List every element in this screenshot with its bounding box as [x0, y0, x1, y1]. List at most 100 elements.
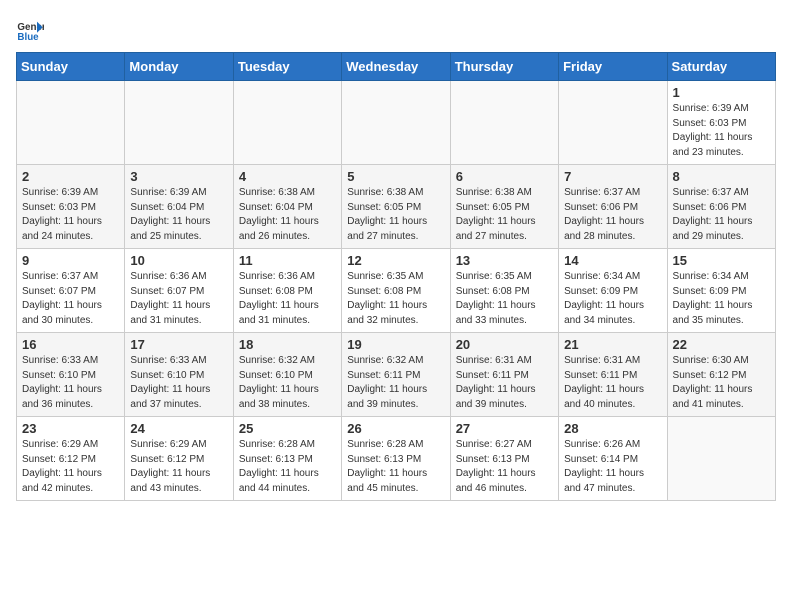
day-number: 19 — [347, 337, 444, 352]
day-info: Sunrise: 6:36 AM Sunset: 6:08 PM Dayligh… — [239, 270, 336, 328]
day-number: 8 — [673, 169, 770, 184]
day-number: 27 — [456, 421, 553, 436]
day-info: Sunrise: 6:29 AM Sunset: 6:12 PM Dayligh… — [130, 438, 227, 496]
day-number: 17 — [130, 337, 227, 352]
day-number: 11 — [239, 253, 336, 268]
calendar-day-1: 1 Sunrise: 6:39 AM Sunset: 6:03 PM Daylig… — [667, 81, 775, 165]
calendar-table: SundayMondayTuesdayWednesdayThursdayFrid… — [16, 52, 776, 501]
weekday-header-saturday: Saturday — [667, 53, 775, 81]
calendar-week-row: 9 Sunrise: 6:37 AM Sunset: 6:07 PM Daylig… — [17, 249, 776, 333]
calendar-day-3: 3 Sunrise: 6:39 AM Sunset: 6:04 PM Daylig… — [125, 165, 233, 249]
day-number: 22 — [673, 337, 770, 352]
day-number: 6 — [456, 169, 553, 184]
day-number: 13 — [456, 253, 553, 268]
day-number: 2 — [22, 169, 119, 184]
calendar-day-28: 28 Sunrise: 6:26 AM Sunset: 6:14 PM Dayli… — [559, 417, 667, 501]
day-info: Sunrise: 6:38 AM Sunset: 6:04 PM Dayligh… — [239, 186, 336, 244]
day-info: Sunrise: 6:39 AM Sunset: 6:03 PM Dayligh… — [22, 186, 119, 244]
weekday-header-sunday: Sunday — [17, 53, 125, 81]
calendar-day-26: 26 Sunrise: 6:28 AM Sunset: 6:13 PM Dayli… — [342, 417, 450, 501]
empty-day — [17, 81, 125, 165]
day-info: Sunrise: 6:28 AM Sunset: 6:13 PM Dayligh… — [239, 438, 336, 496]
day-info: Sunrise: 6:34 AM Sunset: 6:09 PM Dayligh… — [564, 270, 661, 328]
day-number: 7 — [564, 169, 661, 184]
calendar-day-11: 11 Sunrise: 6:36 AM Sunset: 6:08 PM Dayli… — [233, 249, 341, 333]
empty-day — [450, 81, 558, 165]
calendar-week-row: 16 Sunrise: 6:33 AM Sunset: 6:10 PM Dayli… — [17, 333, 776, 417]
day-number: 3 — [130, 169, 227, 184]
calendar-day-24: 24 Sunrise: 6:29 AM Sunset: 6:12 PM Dayli… — [125, 417, 233, 501]
empty-day — [342, 81, 450, 165]
calendar-day-5: 5 Sunrise: 6:38 AM Sunset: 6:05 PM Daylig… — [342, 165, 450, 249]
empty-day — [125, 81, 233, 165]
calendar-week-row: 2 Sunrise: 6:39 AM Sunset: 6:03 PM Daylig… — [17, 165, 776, 249]
day-info: Sunrise: 6:26 AM Sunset: 6:14 PM Dayligh… — [564, 438, 661, 496]
logo: General Blue — [16, 16, 44, 44]
weekday-header-thursday: Thursday — [450, 53, 558, 81]
weekday-header-monday: Monday — [125, 53, 233, 81]
day-info: Sunrise: 6:32 AM Sunset: 6:11 PM Dayligh… — [347, 354, 444, 412]
calendar-day-2: 2 Sunrise: 6:39 AM Sunset: 6:03 PM Daylig… — [17, 165, 125, 249]
day-info: Sunrise: 6:33 AM Sunset: 6:10 PM Dayligh… — [22, 354, 119, 412]
calendar-day-12: 12 Sunrise: 6:35 AM Sunset: 6:08 PM Dayli… — [342, 249, 450, 333]
logo-icon: General Blue — [16, 16, 44, 44]
calendar-day-15: 15 Sunrise: 6:34 AM Sunset: 6:09 PM Dayli… — [667, 249, 775, 333]
day-number: 26 — [347, 421, 444, 436]
day-number: 4 — [239, 169, 336, 184]
calendar-day-13: 13Sunrise: 6:35 AM Sunset: 6:08 PM Dayli… — [450, 249, 558, 333]
day-number: 24 — [130, 421, 227, 436]
calendar-week-row: 23 Sunrise: 6:29 AM Sunset: 6:12 PM Dayli… — [17, 417, 776, 501]
weekday-header-row: SundayMondayTuesdayWednesdayThursdayFrid… — [17, 53, 776, 81]
day-number: 1 — [673, 85, 770, 100]
svg-text:Blue: Blue — [17, 32, 39, 43]
day-info: Sunrise: 6:38 AM Sunset: 6:05 PM Dayligh… — [347, 186, 444, 244]
day-info: Sunrise: 6:31 AM Sunset: 6:11 PM Dayligh… — [564, 354, 661, 412]
day-info: Sunrise: 6:29 AM Sunset: 6:12 PM Dayligh… — [22, 438, 119, 496]
day-info: Sunrise: 6:39 AM Sunset: 6:03 PM Dayligh… — [673, 102, 770, 160]
day-number: 20 — [456, 337, 553, 352]
calendar-day-17: 17 Sunrise: 6:33 AM Sunset: 6:10 PM Dayli… — [125, 333, 233, 417]
calendar-day-23: 23 Sunrise: 6:29 AM Sunset: 6:12 PM Dayli… — [17, 417, 125, 501]
calendar-day-4: 4 Sunrise: 6:38 AM Sunset: 6:04 PM Daylig… — [233, 165, 341, 249]
calendar-day-8: 8 Sunrise: 6:37 AM Sunset: 6:06 PM Daylig… — [667, 165, 775, 249]
calendar-day-22: 22 Sunrise: 6:30 AM Sunset: 6:12 PM Dayli… — [667, 333, 775, 417]
day-info: Sunrise: 6:39 AM Sunset: 6:04 PM Dayligh… — [130, 186, 227, 244]
day-info: Sunrise: 6:28 AM Sunset: 6:13 PM Dayligh… — [347, 438, 444, 496]
day-info: Sunrise: 6:31 AM Sunset: 6:11 PM Dayligh… — [456, 354, 553, 412]
day-number: 9 — [22, 253, 119, 268]
day-number: 14 — [564, 253, 661, 268]
empty-day — [667, 417, 775, 501]
day-info: Sunrise: 6:34 AM Sunset: 6:09 PM Dayligh… — [673, 270, 770, 328]
day-info: Sunrise: 6:30 AM Sunset: 6:12 PM Dayligh… — [673, 354, 770, 412]
weekday-header-tuesday: Tuesday — [233, 53, 341, 81]
day-number: 10 — [130, 253, 227, 268]
calendar-day-20: 20 Sunrise: 6:31 AM Sunset: 6:11 PM Dayli… — [450, 333, 558, 417]
day-info: Sunrise: 6:35 AM Sunset: 6:08 PM Dayligh… — [347, 270, 444, 328]
calendar-day-27: 27 Sunrise: 6:27 AM Sunset: 6:13 PM Dayli… — [450, 417, 558, 501]
day-info: Sunrise: 6:27 AM Sunset: 6:13 PM Dayligh… — [456, 438, 553, 496]
day-number: 12 — [347, 253, 444, 268]
day-number: 28 — [564, 421, 661, 436]
calendar-week-row: 1 Sunrise: 6:39 AM Sunset: 6:03 PM Daylig… — [17, 81, 776, 165]
weekday-header-friday: Friday — [559, 53, 667, 81]
day-number: 16 — [22, 337, 119, 352]
day-info: Sunrise: 6:37 AM Sunset: 6:07 PM Dayligh… — [22, 270, 119, 328]
calendar-day-19: 19 Sunrise: 6:32 AM Sunset: 6:11 PM Dayli… — [342, 333, 450, 417]
calendar-day-7: 7 Sunrise: 6:37 AM Sunset: 6:06 PM Daylig… — [559, 165, 667, 249]
calendar-day-25: 25 Sunrise: 6:28 AM Sunset: 6:13 PM Dayli… — [233, 417, 341, 501]
day-info: Sunrise: 6:38 AM Sunset: 6:05 PM Dayligh… — [456, 186, 553, 244]
day-number: 18 — [239, 337, 336, 352]
day-number: 23 — [22, 421, 119, 436]
empty-day — [233, 81, 341, 165]
day-number: 5 — [347, 169, 444, 184]
day-number: 25 — [239, 421, 336, 436]
day-info: Sunrise: 6:33 AM Sunset: 6:10 PM Dayligh… — [130, 354, 227, 412]
day-info: Sunrise: 6:32 AM Sunset: 6:10 PM Dayligh… — [239, 354, 336, 412]
day-info: Sunrise: 6:37 AM Sunset: 6:06 PM Dayligh… — [673, 186, 770, 244]
calendar-day-14: 14 Sunrise: 6:34 AM Sunset: 6:09 PM Dayli… — [559, 249, 667, 333]
calendar-day-16: 16 Sunrise: 6:33 AM Sunset: 6:10 PM Dayli… — [17, 333, 125, 417]
day-info: Sunrise: 6:37 AM Sunset: 6:06 PM Dayligh… — [564, 186, 661, 244]
day-number: 15 — [673, 253, 770, 268]
day-info: Sunrise: 6:36 AM Sunset: 6:07 PM Dayligh… — [130, 270, 227, 328]
calendar-day-21: 21Sunrise: 6:31 AM Sunset: 6:11 PM Dayli… — [559, 333, 667, 417]
